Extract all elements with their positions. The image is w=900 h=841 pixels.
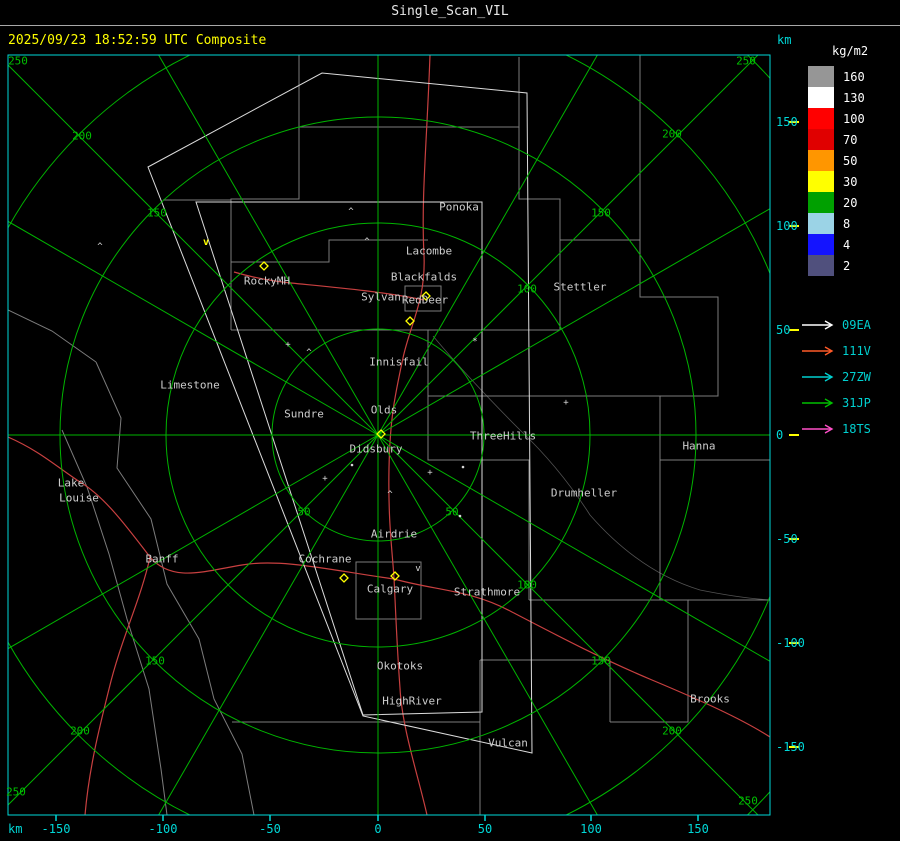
scale-value: 30 [843,174,858,189]
town-marker-icon [461,465,465,469]
scale-row-130: 130 [808,87,900,108]
station-arrow-icon [802,372,834,382]
scale-value: 70 [843,132,858,147]
town-marker-icon: ^ [348,207,354,217]
station-row-111V: 111V [800,338,900,364]
station-row-18TS: 18TS [800,416,900,442]
boundarie-path [95,361,255,815]
legend-panel: kg/m2 160 130 100 70 50 30 20 8 4 2 09EA 111V 27ZW 3… [800,40,900,442]
scale-swatch [808,213,834,234]
scale-row-4: 4 [808,234,900,255]
airport-marker-icon [339,573,349,583]
town-marker-icon [458,514,462,518]
town-marker-icon: + [285,340,291,350]
map-markers: ^ ^ ^ + ^ * + + ^ + v v [97,207,569,583]
town-marker-icon: + [427,468,433,478]
station-arrow-icon [802,346,834,356]
boundarie-path [61,429,168,815]
scale-row-20: 20 [808,192,900,213]
station-arrow-icon [802,424,834,434]
station-arrow-icon [802,320,834,330]
airport-marker-icon [259,261,269,271]
station-row-09EA: 09EA [800,312,900,338]
scale-swatch [808,171,834,192]
radar-map[interactable]: ^ ^ ^ + ^ * + + ^ + v v [0,0,900,841]
scale-row-160: 160 [808,66,900,87]
town-marker-icon: + [322,474,328,484]
scale-row-70: 70 [808,129,900,150]
station-id: 18TS [842,422,871,436]
scale-swatch [808,192,834,213]
range-rings-and-spokes [8,55,770,815]
scale-row-8: 8 [808,213,900,234]
legend-unit-label: kg/m2 [832,44,869,58]
station-id: 111V [842,344,871,358]
boundarie-path [298,55,520,128]
scale-row-50: 50 [808,150,900,171]
wind-marker-icon: v [203,237,209,248]
boundarie-path [480,659,611,722]
airport-marker-icon [421,291,431,301]
town-marker-icon: * [472,337,477,347]
town-marker-icon: ^ [364,237,370,247]
scale-row-2: 2 [808,255,900,276]
road-path [393,578,770,738]
scale-value: 8 [843,216,851,231]
station-row-31JP: 31JP [800,390,900,416]
boundarie-path [518,127,561,330]
boundarie-path [230,127,300,330]
scale-value: 130 [843,90,865,105]
scale-value: 50 [843,153,858,168]
station-list: 09EA 111V 27ZW 31JP 18TS [800,312,900,442]
scale-swatch [808,129,834,150]
boundarie-path [529,599,689,660]
scale-value: 4 [843,237,851,252]
bottom-axis-ticks [55,815,699,821]
town-marker-icon: ^ [387,490,393,500]
town-marker-icon: v [415,564,420,574]
scale-swatch [808,108,834,129]
scale-swatch [808,255,834,276]
right-axis-ticks [789,121,799,748]
road-path [233,271,425,301]
station-id: 09EA [842,318,871,332]
town-marker-icon [350,463,354,467]
scale-swatch [808,87,834,108]
station-row-27ZW: 27ZW [800,364,900,390]
town-marker-icon: ^ [306,348,312,358]
scale-value: 2 [843,258,851,273]
scale-value: 100 [843,111,865,126]
scale-row-30: 30 [808,171,900,192]
color-scale: 160 130 100 70 50 30 20 8 4 2 [800,66,900,276]
boundarie-path [427,396,530,600]
station-arrow-icon [802,398,834,408]
road-path [84,556,151,815]
scale-swatch [808,234,834,255]
town-marker-icon: ^ [97,242,103,252]
boundarie-path [355,561,422,620]
scale-row-100: 100 [808,108,900,129]
station-id: 31JP [842,396,871,410]
scale-swatch [808,66,834,87]
radar-app-window: Single_Scan_VIL 2025/09/23 18:52:59 UTC … [0,0,900,841]
scale-value: 20 [843,195,858,210]
scale-swatch [808,150,834,171]
boundarie-path [404,285,442,312]
town-marker-icon: + [563,398,569,408]
station-id: 27ZW [842,370,871,384]
scale-value: 160 [843,69,865,84]
boundarie-path [432,335,770,601]
